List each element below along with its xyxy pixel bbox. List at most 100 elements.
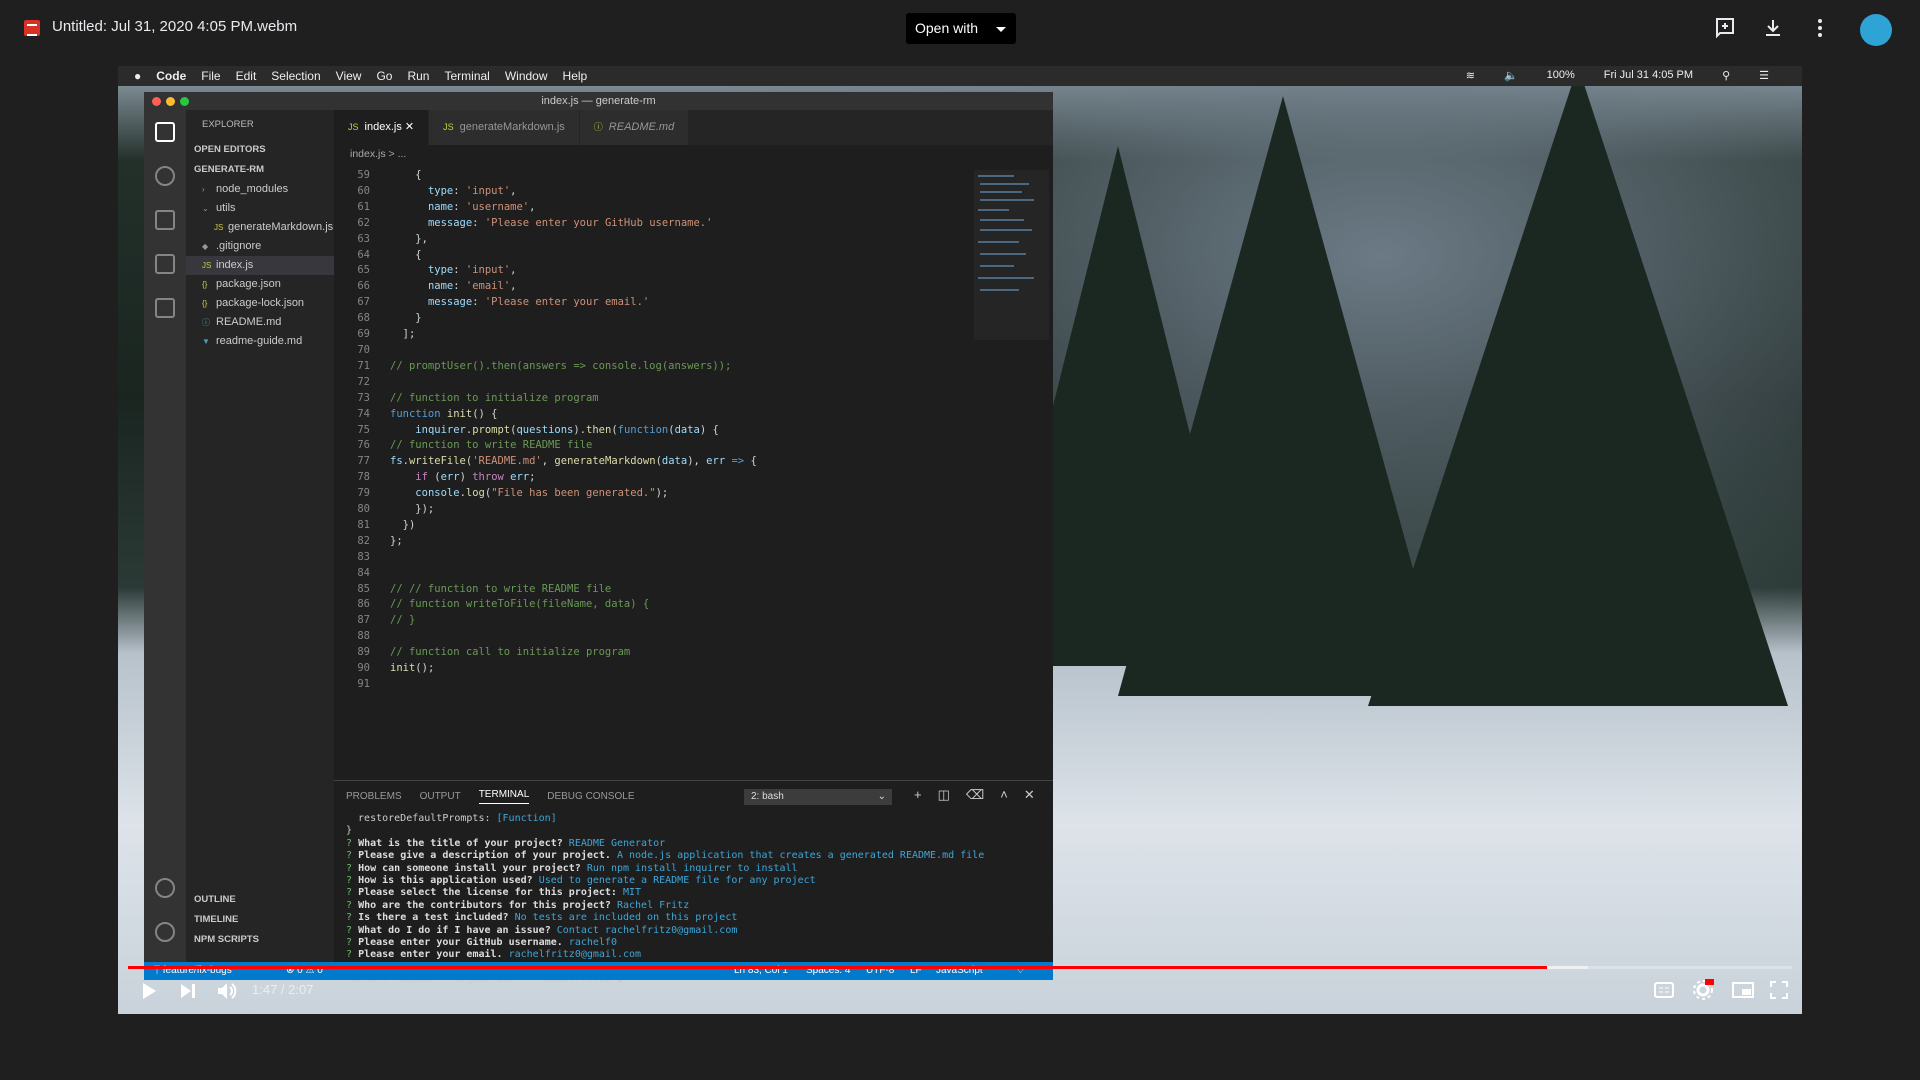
code-line[interactable]: 67 message: 'Please enter your email.' — [334, 295, 954, 311]
code-line[interactable]: 71 // promptUser().then(answers => consol… — [334, 359, 954, 375]
fullscreen-icon[interactable] — [1770, 981, 1788, 999]
code-line[interactable]: 85 // // function to write README file — [334, 582, 954, 598]
settings-gear-icon[interactable] — [155, 922, 175, 942]
code-line[interactable]: 69 ]; — [334, 327, 954, 343]
code-editor[interactable]: JS index.js ✕ JS generateMarkdown.js ⓘ README… — [334, 110, 1053, 780]
editor-tab[interactable]: ⓘ README.md — [579, 110, 690, 145]
close-tab-icon[interactable]: ✕ — [402, 121, 414, 133]
code-area[interactable]: 59 {60 type: 'input', 61 name: 'username'… — [334, 168, 954, 693]
file-tree-item[interactable]: ◆ .gitignore — [186, 237, 334, 256]
code-line[interactable]: 83 — [334, 550, 954, 566]
code-line[interactable]: 87 // } — [334, 613, 954, 629]
code-line[interactable]: 65 type: 'input', — [334, 263, 954, 279]
tab-problems[interactable]: PROBLEMS — [346, 791, 402, 802]
volume-icon[interactable]: 🔈 — [1504, 69, 1518, 82]
menu-selection[interactable]: Selection — [271, 69, 320, 83]
search-icon[interactable]: ⚲ — [1722, 69, 1730, 82]
menu-help[interactable]: Help — [563, 69, 588, 83]
terminal-select[interactable]: 2: bash ⌄ — [744, 789, 892, 805]
next-icon[interactable] — [180, 983, 196, 999]
menu-window[interactable]: Window — [505, 69, 548, 83]
code-line[interactable]: 89 // function call to initialize program — [334, 645, 954, 661]
file-tree-item[interactable]: ⓘ README.md — [186, 313, 334, 332]
search-icon[interactable] — [155, 166, 175, 186]
download-icon[interactable] — [1761, 16, 1785, 40]
npm-scripts-section[interactable]: NPM SCRIPTS — [186, 930, 334, 950]
code-line[interactable]: 91 — [334, 677, 954, 693]
file-tree-item[interactable]: {} package-lock.json — [186, 294, 334, 313]
settings-gear-icon[interactable] — [1692, 979, 1714, 1001]
file-tree-item[interactable]: JS generateMarkdown.js — [186, 218, 334, 237]
account-icon[interactable] — [155, 878, 175, 898]
menu-view[interactable]: View — [336, 69, 362, 83]
run-debug-icon[interactable] — [155, 254, 175, 274]
code-line[interactable]: 78 if (err) throw err; — [334, 470, 954, 486]
code-line[interactable]: 86 // function writeToFile(fileName, data… — [334, 597, 954, 613]
editor-tab[interactable]: JS index.js ✕ — [334, 110, 430, 145]
timeline-section[interactable]: TIMELINE — [186, 910, 334, 930]
code-line[interactable]: 63 }, — [334, 232, 954, 248]
code-line[interactable]: 66 name: 'email', — [334, 279, 954, 295]
wifi-icon[interactable]: ≋ — [1466, 69, 1475, 82]
source-control-icon[interactable] — [155, 210, 175, 230]
code-line[interactable]: 76 // function to write README file — [334, 438, 954, 454]
code-line[interactable]: 73 // function to initialize program — [334, 391, 954, 407]
open-editors-section[interactable]: OPEN EDITORS — [186, 140, 334, 160]
outline-section[interactable]: OUTLINE — [186, 890, 334, 910]
code-line[interactable]: 80 }); — [334, 502, 954, 518]
project-folder[interactable]: GENERATE-RM — [186, 160, 334, 180]
minimap[interactable] — [974, 170, 1049, 340]
control-center-icon[interactable]: ☰ — [1759, 69, 1769, 82]
code-line[interactable]: 59 { — [334, 168, 954, 184]
menu-edit[interactable]: Edit — [236, 69, 257, 83]
play-icon[interactable] — [140, 982, 158, 1000]
apple-icon[interactable]: ● — [134, 69, 141, 83]
volume-icon[interactable] — [216, 980, 238, 1002]
code-line[interactable]: 75 inquirer.prompt(questions).then(funct… — [334, 423, 954, 439]
tab-terminal[interactable]: TERMINAL — [478, 789, 530, 804]
code-line[interactable]: 81 }) — [334, 518, 954, 534]
file-tree-item[interactable]: › node_modules — [186, 180, 334, 199]
menu-run[interactable]: Run — [407, 69, 429, 83]
new-terminal-icon[interactable]: + — [914, 787, 922, 803]
editor-tab[interactable]: JS generateMarkdown.js — [429, 110, 580, 145]
zoom-window-button[interactable] — [180, 97, 189, 106]
file-tree-item[interactable]: JS index.js — [186, 256, 334, 275]
code-line[interactable]: 90 init(); — [334, 661, 954, 677]
code-line[interactable]: 61 name: 'username', — [334, 200, 954, 216]
open-with-button[interactable]: Open with — [906, 13, 1017, 44]
clock[interactable]: Fri Jul 31 4:05 PM — [1604, 69, 1693, 82]
code-line[interactable]: 62 message: 'Please enter your GitHub us… — [334, 216, 954, 232]
file-tree-item[interactable]: ⌄ utils — [186, 199, 334, 218]
progress-bar[interactable] — [128, 966, 1792, 969]
menu-go[interactable]: Go — [376, 69, 392, 83]
file-tree-item[interactable]: {} package.json — [186, 275, 334, 294]
code-line[interactable]: 68 } — [334, 311, 954, 327]
terminal-output[interactable]: restoreDefaultPrompts: [Function]}? What… — [346, 813, 984, 987]
maximize-panel-icon[interactable]: ˄ — [1000, 787, 1008, 803]
account-avatar[interactable] — [1860, 14, 1892, 46]
tab-output[interactable]: OUTPUT — [420, 791, 461, 802]
minimize-window-button[interactable] — [166, 97, 175, 106]
more-vert-icon[interactable] — [1808, 16, 1832, 40]
explorer-icon[interactable] — [155, 122, 175, 142]
extensions-icon[interactable] — [155, 298, 175, 318]
battery-percent[interactable]: 100% — [1547, 69, 1575, 82]
menu-code[interactable]: Code — [156, 69, 186, 83]
breadcrumb[interactable]: index.js > ... — [334, 145, 1053, 163]
kill-terminal-icon[interactable]: ⌫ — [966, 787, 984, 803]
video-player[interactable]: ● Code File Edit Selection View Go Run T… — [118, 66, 1802, 1014]
code-line[interactable]: 72 — [334, 375, 954, 391]
menu-terminal[interactable]: Terminal — [444, 69, 489, 83]
code-line[interactable]: 74 function init() { — [334, 407, 954, 423]
file-tree-item[interactable]: ▼ readme-guide.md — [186, 332, 334, 351]
code-line[interactable]: 60 type: 'input', — [334, 184, 954, 200]
add-comment-icon[interactable] — [1713, 16, 1737, 40]
split-terminal-icon[interactable]: ◫ — [938, 787, 950, 803]
code-line[interactable]: 79 console.log("File has been generated.… — [334, 486, 954, 502]
code-line[interactable]: 88 — [334, 629, 954, 645]
miniplayer-icon[interactable] — [1732, 982, 1754, 998]
code-line[interactable]: 70 — [334, 343, 954, 359]
menu-file[interactable]: File — [201, 69, 220, 83]
close-window-button[interactable] — [152, 97, 161, 106]
